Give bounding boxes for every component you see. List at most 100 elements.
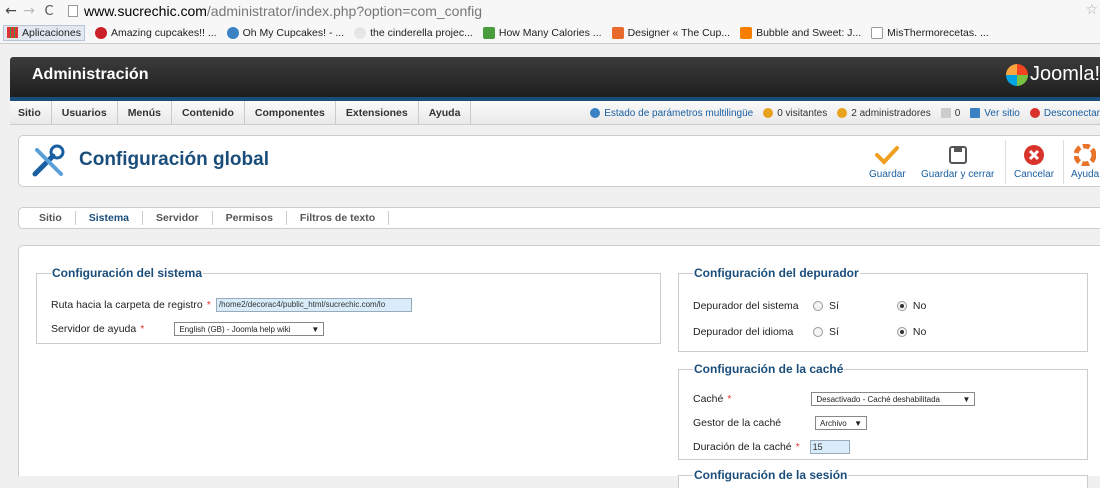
- reload-icon[interactable]: C: [40, 2, 58, 20]
- debug-lang-no[interactable]: No: [896, 326, 927, 338]
- admin-title: Administración: [32, 66, 149, 83]
- save-close-button[interactable]: Guardar y cerrar: [921, 144, 994, 180]
- logout-icon: [1029, 108, 1040, 118]
- status-logout[interactable]: Desconectar: [1029, 107, 1100, 119]
- admin-header: Administración Joomla!: [10, 57, 1100, 101]
- dropdown-arrow-icon: ▼: [311, 324, 320, 334]
- floppy-icon: [945, 144, 971, 166]
- debug-system-yes[interactable]: Sí: [813, 300, 839, 312]
- menu-contenido[interactable]: Contenido: [172, 100, 245, 125]
- joomla-mark-icon: [1005, 63, 1028, 86]
- help-button[interactable]: Ayuda: [1071, 144, 1099, 180]
- url-field[interactable]: www.sucrechic.com/administrator/index.ph…: [84, 3, 482, 19]
- radio-no[interactable]: [896, 301, 907, 311]
- cache-handler-label: Gestor de la caché: [693, 417, 782, 429]
- cache-row: Caché * Desactivado - Caché deshabilitada…: [693, 392, 976, 406]
- bookmark-label: MisThermorecetas. ...: [887, 26, 989, 39]
- cache-duration-row: Duración de la caché * 15: [693, 440, 850, 454]
- status-view-site[interactable]: Ver sitio: [970, 108, 1020, 119]
- menu-ayuda[interactable]: Ayuda: [419, 100, 472, 125]
- tab-sistema[interactable]: Sistema: [76, 211, 144, 225]
- status-logout-label: Desconectar: [1043, 107, 1100, 119]
- bookmark-item[interactable]: Bubble and Sweet: J...: [740, 26, 862, 39]
- menu-sitio[interactable]: Sitio: [10, 100, 52, 125]
- bookmark-item[interactable]: the cinderella projec...: [354, 26, 473, 39]
- radio-no[interactable]: [896, 327, 907, 337]
- cupcake-icon: [611, 26, 624, 39]
- required-marker: *: [140, 323, 145, 335]
- bookmark-star-icon[interactable]: ☆: [1085, 2, 1098, 18]
- bookmark-label: Amazing cupcakes!! ...: [110, 26, 217, 39]
- status-view-site-label: Ver sitio: [984, 107, 1020, 119]
- log-path-input[interactable]: /home2/decorac4/public_html/sucrechic.co…: [215, 298, 412, 312]
- dropdown-arrow-icon: ▼: [962, 394, 971, 404]
- page-icon: [871, 26, 884, 39]
- toolbar: Configuración global Guardar Guardar y c…: [18, 135, 1100, 187]
- apps-icon: [7, 27, 18, 38]
- lifebuoy-icon: [1072, 144, 1098, 166]
- page-icon: [68, 5, 78, 17]
- tab-servidor[interactable]: Servidor: [143, 211, 213, 225]
- debug-lang-yes[interactable]: Sí: [813, 326, 839, 338]
- debug-lang-row: Depurador del idioma Sí No: [693, 326, 926, 338]
- debug-system-row: Depurador del sistema Sí No: [693, 300, 926, 312]
- monitor-icon: [970, 108, 981, 118]
- main-content: Configuración del sistema Ruta hacia la …: [18, 245, 1100, 488]
- debug-config-fieldset: Configuración del depurador Depurador de…: [678, 266, 1088, 352]
- cache-duration-label: Duración de la caché: [693, 441, 792, 453]
- required-marker: *: [727, 393, 732, 405]
- tools-icon: [32, 144, 65, 177]
- bookmark-apps[interactable]: Aplicaciones: [3, 24, 85, 41]
- cancel-button[interactable]: Cancelar: [1014, 144, 1054, 180]
- status-messages[interactable]: 0: [940, 108, 960, 119]
- radio-yes[interactable]: [813, 327, 823, 337]
- status-multilang[interactable]: Estado de parámetros multilingüe: [590, 108, 753, 119]
- radio-yes[interactable]: [813, 301, 823, 311]
- back-arrow-icon[interactable]: ←: [2, 2, 20, 20]
- globe-icon: [226, 26, 239, 39]
- bookmark-item[interactable]: Designer « The Cup...: [611, 26, 731, 39]
- forward-arrow-icon[interactable]: →: [20, 2, 38, 20]
- radio-no-label: No: [912, 326, 927, 338]
- bookmark-label: Designer « The Cup...: [627, 26, 731, 39]
- required-marker: *: [206, 299, 211, 311]
- leaf-icon: [482, 26, 495, 39]
- tab-filtros[interactable]: Filtros de texto: [287, 211, 390, 225]
- bookmark-item[interactable]: MisThermorecetas. ...: [871, 26, 989, 39]
- dropdown-arrow-icon: ▼: [854, 418, 862, 428]
- browser-address-bar: ← → C www.sucrechic.com/administrator/in…: [0, 0, 1100, 22]
- status-visitors: 0 visitantes: [763, 108, 827, 119]
- url-host: www.sucrechic.com: [84, 3, 207, 19]
- cache-label: Caché: [693, 393, 724, 405]
- bookmarks-bar: Aplicaciones Amazing cupcakes!! ... Oh M…: [0, 22, 1100, 44]
- globe-icon: [590, 108, 601, 118]
- menu-usuarios[interactable]: Usuarios: [52, 100, 118, 125]
- debug-config-legend: Configuración del depurador: [694, 266, 859, 280]
- cache-select[interactable]: Desactivado - Caché deshabilitada ▼: [811, 392, 976, 406]
- joomla-logo: Joomla!: [1005, 63, 1100, 86]
- save-button[interactable]: Guardar: [869, 144, 906, 180]
- menu-componentes[interactable]: Componentes: [245, 100, 336, 125]
- tab-permisos[interactable]: Permisos: [213, 211, 287, 225]
- users-icon: [837, 108, 848, 118]
- tab-sitio[interactable]: Sitio: [19, 211, 76, 225]
- session-config-fieldset: Configuración de la sesión: [678, 468, 1088, 488]
- joomla-logo-text: Joomla!: [1029, 63, 1100, 85]
- cache-duration-input[interactable]: 15: [809, 440, 850, 454]
- help-server-value: English (GB) - Joomla help wiki: [179, 324, 291, 334]
- debug-system-no[interactable]: No: [896, 300, 926, 312]
- cache-handler-select[interactable]: Archivo ▼: [815, 416, 867, 430]
- checkmark-icon: [874, 144, 900, 166]
- status-visitors-label: 0 visitantes: [777, 107, 828, 119]
- bookmark-item[interactable]: Amazing cupcakes!! ...: [94, 26, 217, 39]
- help-server-select[interactable]: English (GB) - Joomla help wiki ▼: [174, 322, 325, 336]
- bookmark-item[interactable]: How Many Calories ...: [482, 26, 602, 39]
- bookmark-item[interactable]: Oh My Cupcakes! - ...: [226, 26, 345, 39]
- log-path-label: Ruta hacia la carpeta de registro: [51, 299, 203, 311]
- bookmark-label: Bubble and Sweet: J...: [756, 26, 862, 39]
- menu-menus[interactable]: Menús: [118, 100, 172, 125]
- cancel-button-label: Cancelar: [1014, 169, 1055, 180]
- config-tabs: Sitio Sistema Servidor Permisos Filtros …: [18, 207, 1100, 229]
- menu-extensiones[interactable]: Extensiones: [336, 100, 419, 125]
- bookmark-label: Oh My Cupcakes! - ...: [242, 26, 345, 39]
